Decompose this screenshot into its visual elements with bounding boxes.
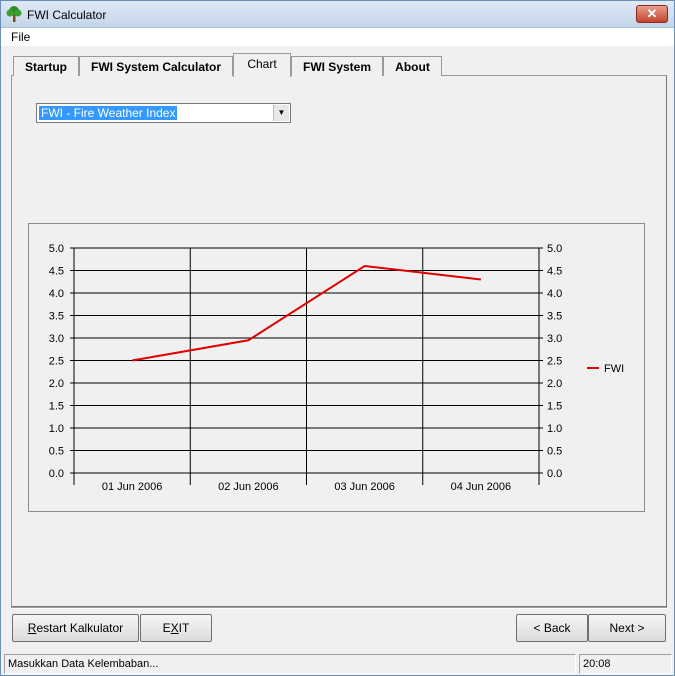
close-icon: ✕ — [646, 6, 658, 21]
y-tick-label-right: 1.5 — [547, 401, 562, 413]
y-tick-label-left: 4.0 — [49, 288, 64, 300]
y-tick-label-left: 3.5 — [49, 311, 64, 323]
y-tick-label-left: 1.0 — [49, 423, 64, 435]
tab-startup[interactable]: Startup — [13, 56, 79, 76]
x-tick-label: 03 Jun 2006 — [334, 481, 395, 493]
index-select[interactable]: FWI - Fire Weather Index ▼ — [36, 103, 291, 123]
back-button[interactable]: < Back — [516, 614, 588, 642]
title-bar[interactable]: FWI Calculator ✕ — [1, 1, 674, 28]
y-tick-label-right: 2.0 — [547, 378, 562, 390]
y-tick-label-right: 4.5 — [547, 266, 562, 278]
y-tick-label-left: 2.5 — [49, 356, 64, 368]
y-tick-label-right: 4.0 — [547, 288, 562, 300]
app-window: FWI Calculator ✕ File Startup FWI System… — [0, 0, 675, 676]
restart-button[interactable]: Restart Kalkulator — [12, 614, 139, 642]
tab-about[interactable]: About — [383, 56, 442, 76]
index-select-value: FWI - Fire Weather Index — [39, 106, 178, 120]
x-tick-label: 02 Jun 2006 — [218, 481, 279, 493]
y-tick-label-left: 5.0 — [49, 243, 64, 255]
y-tick-label-right: 1.0 — [547, 423, 562, 435]
y-tick-label-right: 3.0 — [547, 333, 562, 345]
tab-chart[interactable]: Chart — [233, 53, 291, 77]
status-message: Masukkan Data Kelembaban... — [4, 654, 576, 674]
menu-file[interactable]: File — [11, 30, 30, 44]
y-tick-label-right: 0.5 — [547, 446, 562, 458]
status-bar: Masukkan Data Kelembaban... 20:08 — [1, 652, 674, 675]
legend-label: FWI — [604, 363, 624, 375]
fwi-line-chart: 0.0 0.0 0.5 0.5 1.0 1.0 1.5 1.5 2.0 2.0 2.5 2.5 3.0 3… — [49, 243, 624, 493]
chart-area: 0.0 0.0 0.5 0.5 1.0 1.0 1.5 1.5 2.0 2.0 2.5 2.5 3.0 3… — [28, 223, 645, 512]
close-button[interactable]: ✕ — [636, 5, 668, 23]
status-time: 20:08 — [579, 654, 672, 674]
x-tick-label: 04 Jun 2006 — [451, 481, 512, 493]
y-tick-label-left: 4.5 — [49, 266, 64, 278]
y-tick-label-left: 0.5 — [49, 446, 64, 458]
window-title: FWI Calculator — [27, 8, 107, 22]
menu-bar: File — [1, 28, 674, 46]
tree-icon — [6, 6, 22, 22]
y-tick-label-left: 1.5 — [49, 401, 64, 413]
next-button[interactable]: Next > — [588, 614, 666, 642]
chevron-down-icon[interactable]: ▼ — [273, 105, 289, 121]
y-tick-label-left: 0.0 — [49, 468, 64, 480]
divider — [11, 607, 667, 609]
y-tick-label-right: 2.5 — [547, 356, 562, 368]
tab-fwi-system[interactable]: FWI System — [291, 56, 383, 76]
x-tick-label: 01 Jun 2006 — [102, 481, 163, 493]
y-tick-label-left: 3.0 — [49, 333, 64, 345]
y-tick-label-right: 3.5 — [547, 311, 562, 323]
exit-button[interactable]: EXIT — [140, 614, 212, 642]
tab-fwi-system-calculator[interactable]: FWI System Calculator — [79, 56, 233, 76]
y-tick-label-left: 2.0 — [49, 378, 64, 390]
y-tick-label-right: 0.0 — [547, 468, 562, 480]
y-tick-label-right: 5.0 — [547, 243, 562, 255]
